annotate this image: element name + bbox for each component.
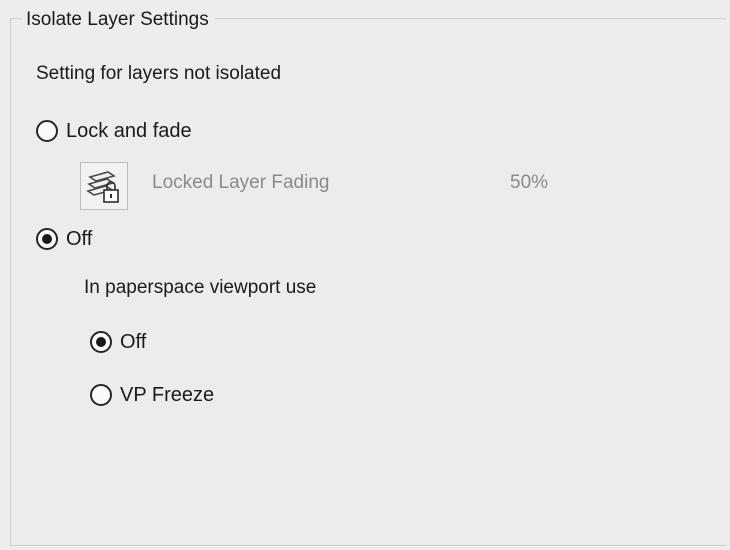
radio-label: VP Freeze bbox=[120, 384, 215, 406]
radio-paperspace-off[interactable]: Off bbox=[90, 329, 146, 355]
radio-unchecked-icon bbox=[36, 120, 58, 142]
radio-checked-icon bbox=[36, 228, 58, 250]
radio-off[interactable]: Off bbox=[36, 226, 92, 252]
radio-unchecked-icon bbox=[90, 384, 112, 406]
locked-layer-fading-row: Locked Layer Fading 50% bbox=[80, 162, 600, 212]
locked-layer-fading-value: 50% bbox=[510, 172, 549, 193]
paperspace-label: In paperspace viewport use bbox=[84, 277, 317, 298]
radio-label: Off bbox=[120, 331, 147, 353]
locked-layer-icon bbox=[80, 162, 128, 210]
section-label: Setting for layers not isolated bbox=[36, 63, 282, 84]
locked-layer-fading-label: Locked Layer Fading bbox=[152, 172, 330, 193]
radio-lock-and-fade[interactable]: Lock and fade bbox=[36, 118, 192, 144]
radio-vp-freeze[interactable]: VP Freeze bbox=[90, 382, 214, 408]
radio-checked-icon bbox=[90, 331, 112, 353]
group-title: Isolate Layer Settings bbox=[22, 8, 215, 32]
radio-label: Lock and fade bbox=[66, 120, 192, 142]
radio-label: Off bbox=[66, 228, 93, 250]
